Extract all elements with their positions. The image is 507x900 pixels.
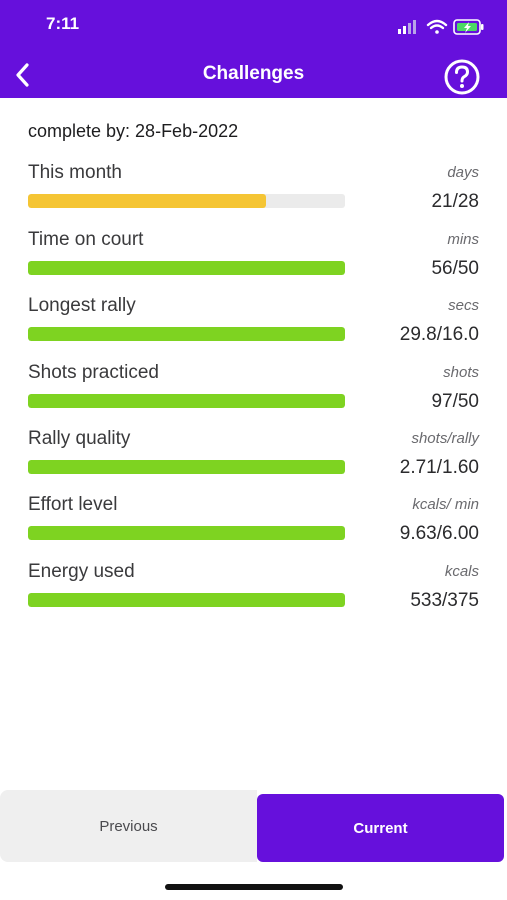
challenge-label: Rally quality <box>28 428 131 449</box>
home-indicator <box>165 884 343 890</box>
challenge-value: 97/50 <box>431 391 479 412</box>
tab-current[interactable]: Current <box>257 794 504 862</box>
challenge-label: Energy used <box>28 561 135 582</box>
challenge-label: Effort level <box>28 494 118 515</box>
challenge-label: Shots practiced <box>28 362 159 383</box>
complete-by-date: complete by: 28-Feb-2022 <box>28 121 239 141</box>
challenge-unit: secs <box>448 297 479 314</box>
period-tabs: Previous Current <box>0 790 507 862</box>
progress-track <box>28 194 345 208</box>
challenge-unit: shots <box>443 364 479 381</box>
progress-track <box>28 593 345 607</box>
challenge-time-on-court: Time on court mins 56/50 <box>0 229 507 295</box>
progress-fill <box>28 460 345 474</box>
progress-track <box>28 261 345 275</box>
challenge-this-month: This month days 21/28 <box>0 162 507 228</box>
wifi-icon <box>426 19 448 34</box>
progress-fill <box>28 593 345 607</box>
help-icon[interactable] <box>442 57 482 97</box>
challenge-energy-used: Energy used kcals 533/375 <box>0 561 507 627</box>
challenge-value: 9.63/6.00 <box>399 523 479 544</box>
progress-track <box>28 526 345 540</box>
challenge-effort-level: Effort level kcals/ min 9.63/6.00 <box>0 494 507 560</box>
challenge-unit: days <box>447 164 479 181</box>
challenge-value: 2.71/1.60 <box>399 457 479 478</box>
challenge-value: 29.8/16.0 <box>399 324 479 345</box>
challenge-unit: kcals/ min <box>412 496 479 513</box>
challenge-value: 56/50 <box>431 258 479 279</box>
challenge-label: Longest rally <box>28 295 136 316</box>
tab-previous[interactable]: Previous <box>0 790 257 862</box>
progress-fill <box>28 194 266 208</box>
progress-track <box>28 394 345 408</box>
status-icons <box>398 19 484 35</box>
challenge-value: 533/375 <box>410 590 479 611</box>
progress-track <box>28 327 345 341</box>
challenge-label: This month <box>28 162 122 183</box>
challenge-shots-practiced: Shots practiced shots 97/50 <box>0 362 507 428</box>
challenge-unit: mins <box>447 231 479 248</box>
progress-track <box>28 460 345 474</box>
challenge-longest-rally: Longest rally secs 29.8/16.0 <box>0 295 507 361</box>
challenge-unit: kcals <box>444 563 479 580</box>
battery-icon <box>453 19 484 35</box>
progress-fill <box>28 327 345 341</box>
status-time: 7:11 <box>46 14 80 33</box>
app-header: 7:11 Challenges <box>0 0 507 98</box>
challenge-unit: shots/rally <box>411 430 479 447</box>
page-title: Challenges <box>202 63 305 84</box>
challenge-rally-quality: Rally quality shots/rally 2.71/1.60 <box>0 428 507 494</box>
progress-fill <box>28 261 345 275</box>
progress-fill <box>28 394 345 408</box>
challenge-value: 21/28 <box>431 191 479 212</box>
signal-icon <box>398 20 416 34</box>
progress-fill <box>28 526 345 540</box>
challenge-label: Time on court <box>28 229 144 250</box>
